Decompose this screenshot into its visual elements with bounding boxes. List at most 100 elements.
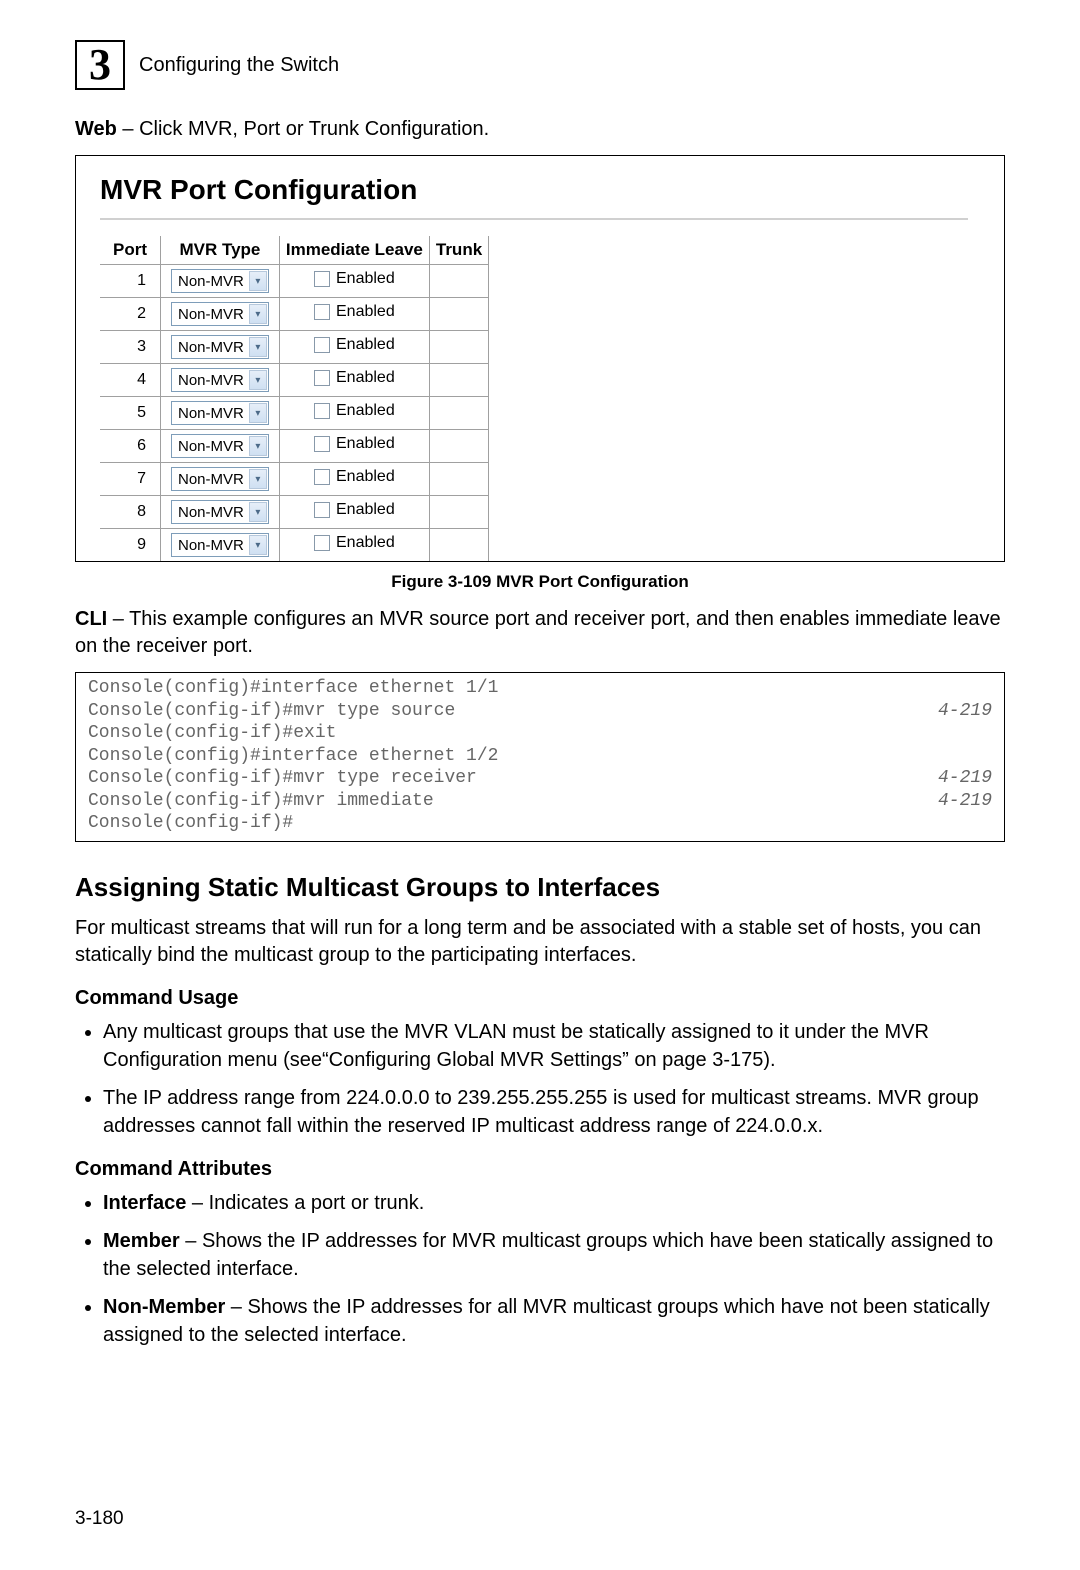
mvr-port-config-table: Port MVR Type Immediate Leave Trunk 1Non… xyxy=(100,236,489,561)
immediate-leave-cell: Enabled xyxy=(279,529,429,562)
cli-instruction-line: CLI – This example configures an MVR sou… xyxy=(75,606,1005,660)
command-attributes-list: Interface – Indicates a port or trunk. Me… xyxy=(75,1189,1005,1349)
list-item: Member – Shows the IP addresses for MVR … xyxy=(103,1227,1005,1283)
cli-text: Console(config)#interface ethernet 1/1 xyxy=(88,677,498,700)
immediate-leave-checkbox[interactable] xyxy=(314,436,330,452)
checkbox-label: Enabled xyxy=(336,534,395,552)
immediate-leave-checkbox[interactable] xyxy=(314,271,330,287)
trunk-cell xyxy=(429,397,488,430)
immediate-leave-cell: Enabled xyxy=(279,430,429,463)
divider xyxy=(100,218,968,220)
chevron-down-icon[interactable]: ▾ xyxy=(249,304,267,324)
trunk-cell xyxy=(429,463,488,496)
table-row: 1Non-MVR▾Enabled xyxy=(100,265,489,298)
chapter-title: Configuring the Switch xyxy=(139,54,339,77)
cli-line: Console(config-if)# xyxy=(88,812,992,835)
table-row: 8Non-MVR▾Enabled xyxy=(100,496,489,529)
trunk-cell xyxy=(429,331,488,364)
immediate-leave-cell: Enabled xyxy=(279,397,429,430)
immediate-leave-checkbox[interactable] xyxy=(314,370,330,386)
mvr-type-cell: Non-MVR▾ xyxy=(161,430,280,463)
cli-line: Console(config-if)#mvr type source4-219 xyxy=(88,700,992,723)
table-row: 6 Non-MVR▾ Enabled xyxy=(100,430,489,463)
port-cell: 6 xyxy=(100,430,161,463)
col-immediate-leave-header: Immediate Leave xyxy=(279,236,429,265)
web-instruction-text: – Click MVR, Port or Trunk Configuration… xyxy=(117,118,489,140)
chevron-down-icon[interactable]: ▾ xyxy=(249,337,267,357)
select-value: Non-MVR xyxy=(172,372,248,389)
immediate-leave-cell: Enabled xyxy=(279,265,429,298)
list-item: Non-Member – Shows the IP addresses for … xyxy=(103,1293,1005,1349)
chevron-down-icon[interactable]: ▾ xyxy=(249,502,267,522)
select-value: Non-MVR xyxy=(172,438,248,455)
chevron-down-icon[interactable]: ▾ xyxy=(249,403,267,423)
immediate-leave-checkbox[interactable] xyxy=(314,502,330,518)
mvr-type-cell: Non-MVR▾ xyxy=(161,331,280,364)
mvr-type-select[interactable]: Non-MVR▾ xyxy=(171,269,269,293)
trunk-cell xyxy=(429,529,488,562)
screenshot-title: MVR Port Configuration xyxy=(100,174,1004,206)
immediate-leave-cell: Enabled xyxy=(279,331,429,364)
trunk-cell xyxy=(429,430,488,463)
immediate-leave-checkbox[interactable] xyxy=(314,469,330,485)
immediate-leave-checkbox[interactable] xyxy=(314,304,330,320)
mvr-type-select[interactable]: Non-MVR▾ xyxy=(171,434,269,458)
col-mvr-type-header: MVR Type xyxy=(161,236,280,265)
list-item: Any multicast groups that use the MVR VL… xyxy=(103,1018,1005,1074)
figure-caption: Figure 3-109 MVR Port Configuration xyxy=(75,572,1005,592)
checkbox-label: Enabled xyxy=(336,303,395,321)
mvr-type-select[interactable]: Non-MVR▾ xyxy=(171,368,269,392)
select-value: Non-MVR xyxy=(172,504,248,521)
immediate-leave-checkbox[interactable] xyxy=(314,337,330,353)
cli-line: Console(config)#interface ethernet 1/2 xyxy=(88,745,992,768)
table-row: 2 Non-MVR▾ Enabled xyxy=(100,298,489,331)
cli-text: Console(config-if)#mvr type receiver xyxy=(88,767,477,790)
mvr-type-select[interactable]: Non-MVR▾ xyxy=(171,533,269,557)
mvr-type-select[interactable]: Non-MVR▾ xyxy=(171,302,269,326)
col-port-header: Port xyxy=(100,236,161,265)
select-value: Non-MVR xyxy=(172,339,248,356)
mvr-type-cell: Non-MVR▾ xyxy=(161,364,280,397)
mvr-type-select[interactable]: Non-MVR▾ xyxy=(171,500,269,524)
cli-page-ref: 4-219 xyxy=(938,790,992,813)
checkbox-label: Enabled xyxy=(336,369,395,387)
mvr-type-select[interactable]: Non-MVR▾ xyxy=(171,401,269,425)
port-cell: 2 xyxy=(100,298,161,331)
mvr-type-select[interactable]: Non-MVR▾ xyxy=(171,467,269,491)
checkbox-label: Enabled xyxy=(336,270,395,288)
chevron-down-icon[interactable]: ▾ xyxy=(249,271,267,291)
chevron-down-icon[interactable]: ▾ xyxy=(249,436,267,456)
immediate-leave-checkbox[interactable] xyxy=(314,403,330,419)
mvr-type-cell: Non-MVR▾ xyxy=(161,463,280,496)
immediate-leave-cell: Enabled xyxy=(279,298,429,331)
mvr-type-cell: Non-MVR▾ xyxy=(161,496,280,529)
cli-line: Console(config)#interface ethernet 1/1 xyxy=(88,677,992,700)
mvr-type-cell: Non-MVR▾ xyxy=(161,298,280,331)
chevron-down-icon[interactable]: ▾ xyxy=(249,469,267,489)
chevron-down-icon[interactable]: ▾ xyxy=(249,370,267,390)
cli-text: Console(config-if)#mvr type source xyxy=(88,700,455,723)
attribute-desc: – Indicates a port or trunk. xyxy=(186,1192,424,1214)
attribute-term: Member xyxy=(103,1230,180,1252)
command-usage-list: Any multicast groups that use the MVR VL… xyxy=(75,1018,1005,1140)
list-item: Interface – Indicates a port or trunk. xyxy=(103,1189,1005,1217)
immediate-leave-cell: Enabled xyxy=(279,463,429,496)
select-value: Non-MVR xyxy=(172,471,248,488)
chevron-down-icon[interactable]: ▾ xyxy=(249,535,267,555)
cli-line: Console(config-if)#mvr type receiver4-21… xyxy=(88,767,992,790)
checkbox-label: Enabled xyxy=(336,435,395,453)
select-value: Non-MVR xyxy=(172,537,248,554)
mvr-type-cell: Non-MVR▾ xyxy=(161,529,280,562)
select-value: Non-MVR xyxy=(172,405,248,422)
cli-example-box: Console(config)#interface ethernet 1/1Co… xyxy=(75,672,1005,842)
page-header: 3 Configuring the Switch xyxy=(75,40,1005,90)
trunk-cell xyxy=(429,496,488,529)
checkbox-label: Enabled xyxy=(336,468,395,486)
cli-line: Console(config-if)#exit xyxy=(88,722,992,745)
checkbox-label: Enabled xyxy=(336,402,395,420)
trunk-cell xyxy=(429,298,488,331)
mvr-type-select[interactable]: Non-MVR▾ xyxy=(171,335,269,359)
attribute-term: Interface xyxy=(103,1192,186,1214)
cli-text: Console(config-if)#exit xyxy=(88,722,336,745)
immediate-leave-checkbox[interactable] xyxy=(314,535,330,551)
